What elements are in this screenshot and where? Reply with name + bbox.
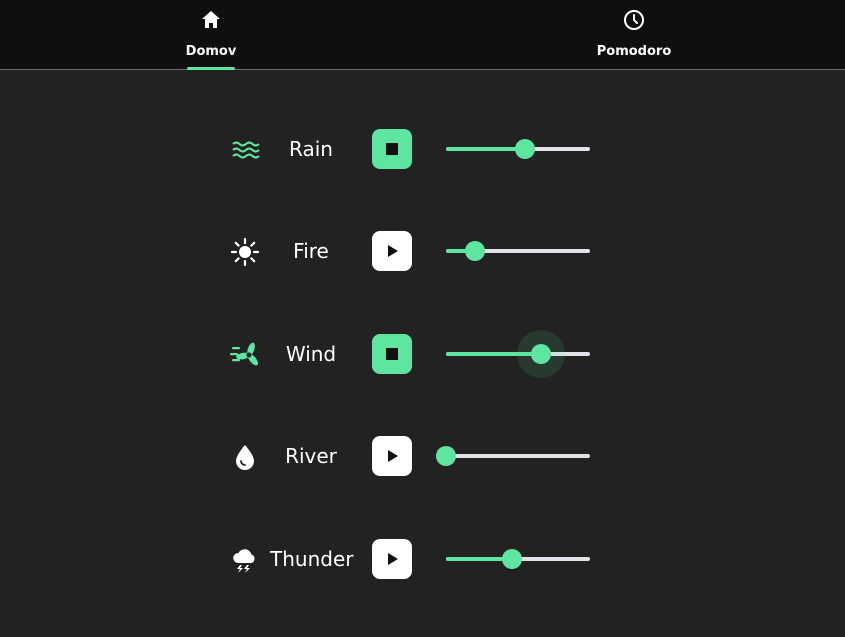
slider-thumb[interactable] [531, 344, 552, 364]
sound-row-fire: Fire [226, 229, 596, 273]
play-button[interactable] [372, 231, 412, 271]
tab-home-label: Domov [185, 44, 237, 59]
play-button[interactable] [372, 539, 412, 579]
sound-name: Rain [289, 137, 333, 161]
volume-slider[interactable] [446, 139, 590, 159]
water-drop-icon [230, 442, 260, 472]
home-icon [199, 8, 223, 32]
slider-thumb[interactable] [436, 446, 456, 466]
stop-icon [386, 143, 398, 155]
sound-row-thunder: Thunder [226, 537, 596, 581]
sound-row-wind: Wind [226, 330, 596, 378]
sun-icon [230, 237, 260, 267]
app-window: Domov Pomodoro Rain Fire Wind River Thun… [0, 0, 845, 637]
slider-thumb[interactable] [464, 241, 485, 261]
thunderstorm-icon [230, 545, 260, 575]
play-button[interactable] [372, 436, 412, 476]
clock-icon [622, 8, 646, 32]
slider-thumb[interactable] [502, 549, 523, 569]
sound-row-rain: Rain [226, 127, 596, 171]
tab-active-indicator [187, 67, 235, 70]
play-icon [388, 450, 398, 462]
slider-thumb[interactable] [515, 139, 536, 159]
play-icon [388, 553, 398, 565]
volume-slider[interactable] [446, 549, 590, 569]
sound-row-river: River [226, 434, 596, 478]
stop-button[interactable] [372, 334, 412, 374]
sound-name: River [285, 444, 337, 468]
volume-slider[interactable] [446, 241, 590, 261]
top-tab-bar: Domov Pomodoro [0, 0, 845, 70]
sound-name: Wind [285, 342, 337, 366]
play-icon [388, 245, 398, 257]
wind-turbine-icon [230, 340, 260, 370]
slider-track [446, 454, 590, 458]
volume-slider[interactable] [436, 446, 590, 466]
tab-pomodoro[interactable]: Pomodoro [584, 0, 684, 69]
sound-name: Thunder [270, 547, 354, 571]
stop-button[interactable] [372, 129, 412, 169]
volume-slider[interactable] [446, 330, 590, 378]
stop-icon [386, 348, 398, 360]
sound-name: Fire [293, 239, 329, 263]
waves-icon [230, 135, 260, 165]
tab-home[interactable]: Domov [161, 0, 261, 70]
tab-pomodoro-label: Pomodoro [596, 44, 672, 59]
slider-fill [446, 147, 526, 151]
